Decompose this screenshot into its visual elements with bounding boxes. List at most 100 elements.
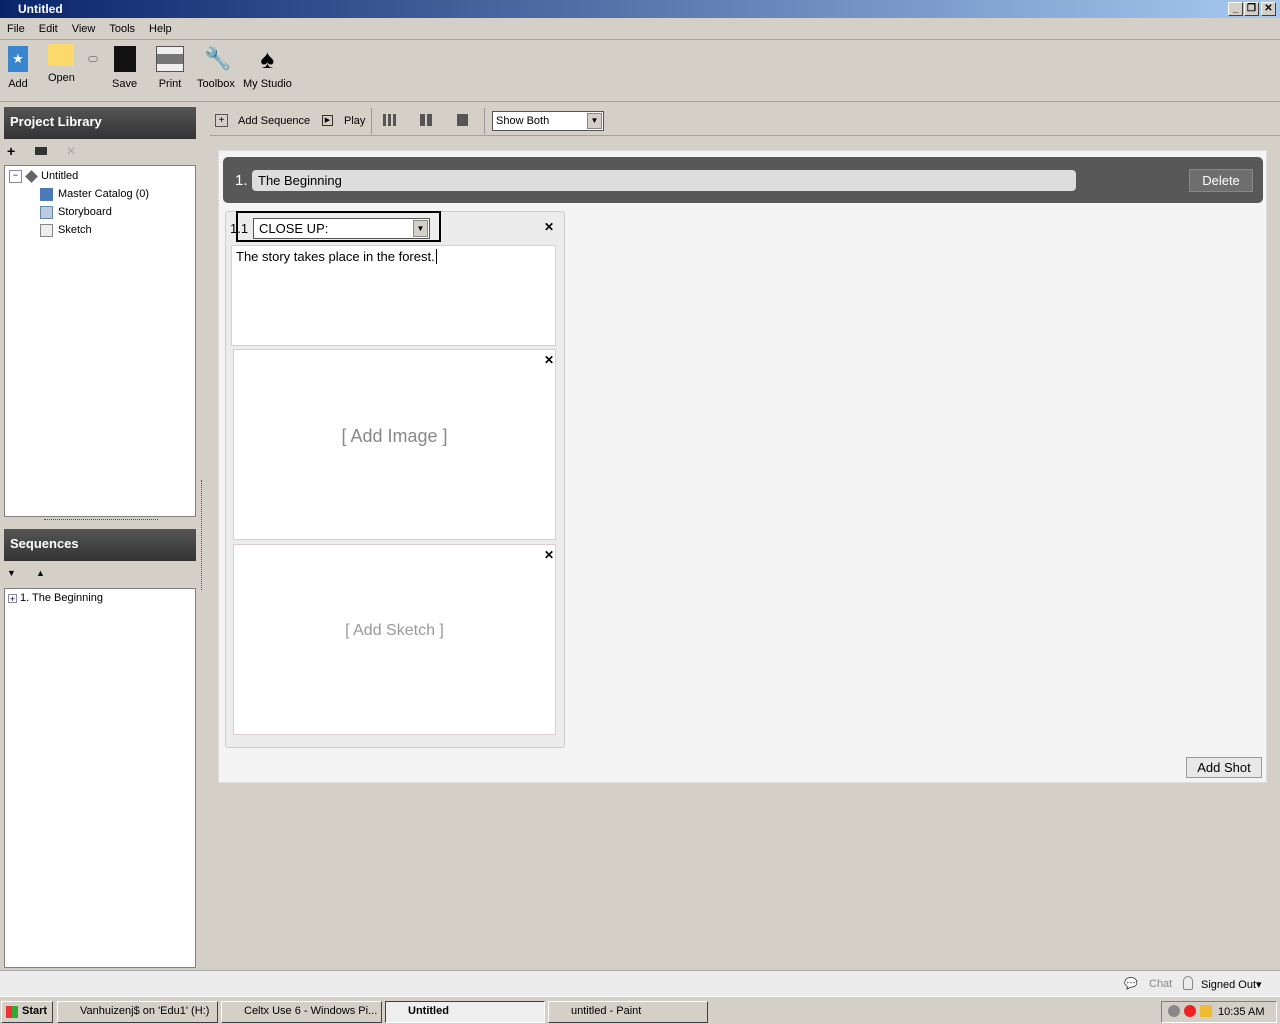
storyboard-area: 1. The Beginning Delete 1.1 CLOSE UP: ▼ ✕… — [218, 150, 1267, 783]
project-tree: − Untitled Master Catalog (0) Storyboard … — [4, 165, 196, 517]
minimize-button[interactable]: _ — [1228, 2, 1243, 16]
move-down-icon[interactable]: ▼ — [7, 568, 16, 578]
clock: 10:35 AM — [1218, 1006, 1265, 1018]
tree-root-label: Untitled — [41, 170, 79, 182]
storyboard-icon — [40, 205, 53, 219]
close-button[interactable]: ✕ — [1261, 2, 1276, 16]
tree-item-storyboard[interactable]: Storyboard — [5, 203, 195, 221]
task-label: Vanhuizenj$ on 'Edu1' (H:) — [80, 1005, 210, 1017]
taskbar-item[interactable]: untitled - Paint — [548, 1001, 708, 1023]
remove-item-icon[interactable]: ✕ — [66, 144, 76, 158]
task-label: Untitled — [408, 1005, 449, 1017]
task-label: untitled - Paint — [571, 1005, 642, 1017]
toolbox-label: Toolbox — [197, 78, 235, 90]
open-dropdown-icon[interactable] — [88, 56, 98, 62]
shot-type-select[interactable]: CLOSE UP: ▼ — [253, 218, 430, 239]
menu-tools[interactable]: Tools — [102, 20, 142, 38]
delete-sequence-button[interactable]: Delete — [1189, 169, 1253, 192]
sketch-icon — [40, 223, 53, 237]
menu-bar: File Edit View Tools Help — [0, 20, 1280, 40]
chevron-down-icon[interactable]: ▼ — [587, 113, 602, 129]
catalog-icon — [40, 187, 53, 201]
add-label: Add — [8, 78, 28, 90]
sequences-header: Sequences — [4, 529, 196, 561]
storyboard-toolbar: + Add Sequence ▶ Play Show Both ▼ — [210, 108, 1280, 136]
tree-item-master-catalog[interactable]: Master Catalog (0) — [5, 185, 195, 203]
main-toolbar: ★ Add Open Save Print 🔧 Toolbox ♠ My Studio — [0, 42, 1280, 102]
sequence-item[interactable]: +1. The Beginning — [5, 589, 195, 607]
tree-item-sketch[interactable]: Sketch — [5, 221, 195, 239]
add-shot-button[interactable]: Add Shot — [1186, 757, 1262, 778]
toolbox-button[interactable]: 🔧 Toolbox — [197, 46, 235, 90]
window-title: Untitled — [18, 2, 63, 16]
chevron-down-icon[interactable]: ▼ — [413, 220, 428, 237]
two-column-view-icon[interactable] — [420, 114, 432, 126]
sequence-title-input[interactable]: The Beginning — [252, 170, 1076, 191]
sequence-item-label: 1. The Beginning — [20, 592, 103, 604]
print-button[interactable]: Print — [156, 46, 184, 90]
view-select-value: Show Both — [496, 115, 550, 127]
tray-icon[interactable] — [1200, 1005, 1212, 1017]
close-shot-icon[interactable]: ✕ — [544, 220, 554, 234]
signed-out-button[interactable]: Signed Out▾ — [1201, 978, 1262, 991]
taskbar-item[interactable]: Celtx Use 6 - Windows Pi... — [221, 1001, 382, 1023]
taskbar: Start Vanhuizenj$ on 'Edu1' (H:) Celtx U… — [0, 996, 1280, 1024]
columns-view-icon[interactable] — [383, 114, 396, 126]
restore-button[interactable]: ❐ — [1244, 2, 1259, 16]
shot-description-value: The story takes place in the forest. — [236, 249, 435, 264]
add-sequence-button[interactable]: Add Sequence — [238, 115, 310, 127]
user-icon — [1183, 976, 1193, 990]
taskbar-item[interactable]: Vanhuizenj$ on 'Edu1' (H:) — [57, 1001, 218, 1023]
add-sequence-icon: + — [215, 114, 228, 127]
tree-root[interactable]: − Untitled — [5, 167, 195, 185]
menu-view[interactable]: View — [65, 20, 103, 38]
my-studio-label: My Studio — [243, 78, 292, 90]
sequences-tree: +1. The Beginning — [4, 588, 196, 968]
add-image-box[interactable]: ✕ [ Add Image ] — [233, 349, 556, 540]
tray-icon[interactable] — [1184, 1005, 1196, 1017]
add-image-label[interactable]: [ Add Image ] — [234, 426, 555, 447]
my-studio-button[interactable]: ♠ My Studio — [243, 46, 292, 90]
menu-edit[interactable]: Edit — [32, 20, 65, 38]
collapse-icon[interactable]: − — [9, 169, 22, 183]
expand-icon[interactable]: + — [8, 593, 17, 603]
open-button[interactable]: Open — [48, 44, 75, 84]
chat-button[interactable]: Chat — [1149, 978, 1172, 990]
panel-splitter[interactable] — [201, 480, 202, 590]
system-tray: 10:35 AM — [1161, 1001, 1277, 1023]
add-icon: ★ — [8, 46, 28, 72]
sequences-title: Sequences — [10, 536, 79, 551]
menu-file[interactable]: File — [0, 20, 32, 38]
title-bar: Untitled — [0, 0, 1280, 18]
move-up-icon[interactable]: ▲ — [36, 568, 45, 578]
printer-icon — [156, 46, 184, 72]
tray-icon[interactable] — [1168, 1005, 1180, 1017]
play-button[interactable]: Play — [344, 115, 365, 127]
spade-icon: ♠ — [260, 44, 275, 74]
start-button[interactable]: Start — [1, 1001, 53, 1023]
project-library-title: Project Library — [10, 114, 102, 129]
start-label: Start — [22, 1005, 48, 1017]
tree-item-label: Sketch — [58, 224, 92, 236]
project-library-header: Project Library — [4, 107, 196, 139]
save-icon — [113, 46, 136, 72]
shot-card: 1.1 CLOSE UP: ▼ ✕ The story takes place i… — [225, 211, 565, 748]
folder-icon — [48, 44, 75, 66]
add-sketch-box[interactable]: ✕ [ Add Sketch ] — [233, 544, 556, 735]
signed-out-label: Signed Out — [1201, 979, 1257, 991]
wrench-icon: 🔧 — [203, 46, 232, 71]
splitter-handle[interactable] — [44, 519, 158, 523]
shot-description-textarea[interactable]: The story takes place in the forest. — [231, 245, 556, 346]
taskbar-item-active[interactable]: Untitled — [385, 1001, 545, 1023]
folder-button-icon[interactable] — [35, 147, 47, 155]
view-select[interactable]: Show Both ▼ — [492, 111, 604, 131]
close-image-icon[interactable]: ✕ — [544, 353, 554, 367]
single-view-icon[interactable] — [457, 114, 468, 126]
add-button[interactable]: ★ Add — [8, 46, 28, 90]
menu-help[interactable]: Help — [142, 20, 179, 38]
tree-item-label: Storyboard — [58, 206, 112, 218]
add-sketch-label[interactable]: [ Add Sketch ] — [234, 622, 555, 640]
close-sketch-icon[interactable]: ✕ — [544, 548, 554, 562]
save-button[interactable]: Save — [112, 46, 137, 90]
add-item-icon[interactable]: + — [7, 143, 15, 159]
